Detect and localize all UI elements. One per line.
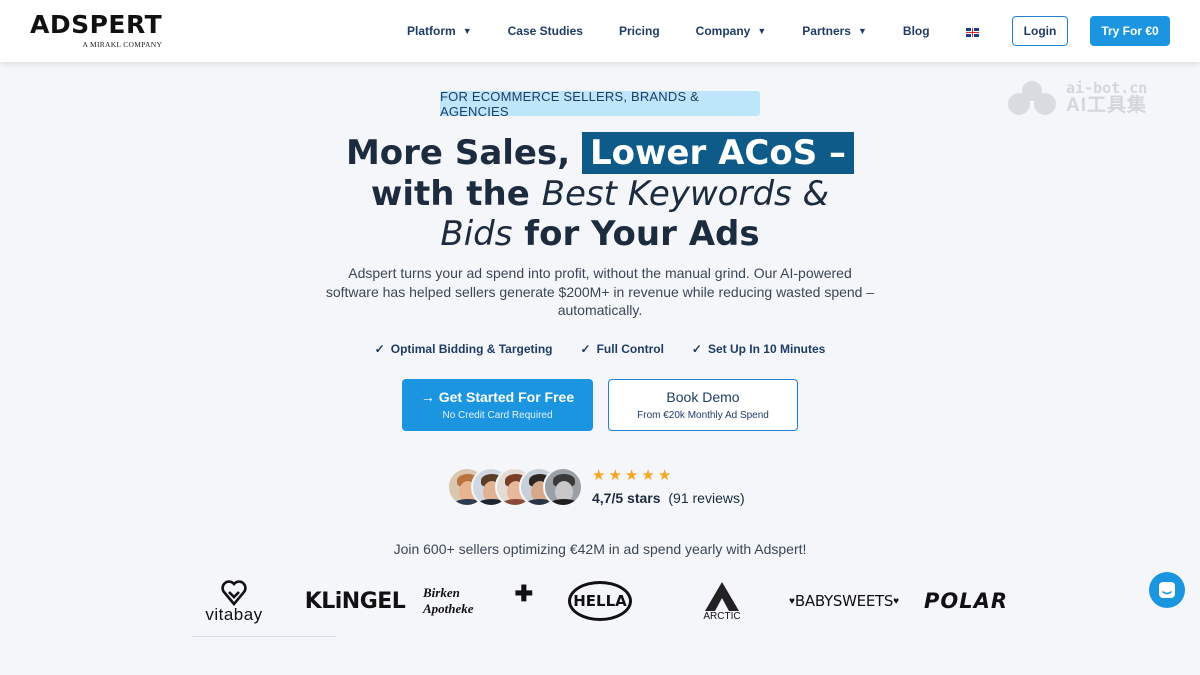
watermark: ai-bot.cn AI工具集 bbox=[1008, 80, 1147, 116]
nav-case-studies[interactable]: Case Studies bbox=[508, 24, 583, 38]
feature-list: ✓ Optimal Bidding & Targeting ✓ Full Con… bbox=[0, 342, 1200, 356]
headline-part2: with the bbox=[370, 174, 542, 214]
heart-icon: ♥ bbox=[893, 595, 900, 607]
avatar bbox=[543, 467, 583, 507]
chat-icon bbox=[1159, 582, 1175, 598]
logo-wordmark: ADSPERT bbox=[30, 10, 163, 39]
feature-label: Optimal Bidding & Targeting bbox=[390, 342, 553, 356]
nav-pricing-label: Pricing bbox=[618, 24, 660, 38]
cross-icon: ✚ bbox=[514, 581, 533, 606]
nav-platform[interactable]: Platform ▼ bbox=[407, 24, 472, 38]
caret-down-icon: ▼ bbox=[857, 26, 867, 36]
watermark-cloud-icon bbox=[1008, 81, 1058, 115]
logo-vitabay: vitabay bbox=[193, 573, 275, 629]
logo-babysweets: ♥ BABYSWEETS ♥ bbox=[788, 592, 900, 610]
feature-label: Full Control bbox=[596, 342, 664, 356]
logo-polar: POLAR bbox=[923, 589, 1009, 613]
caret-down-icon: ▼ bbox=[757, 26, 767, 36]
watermark-name: AI工具集 bbox=[1066, 95, 1148, 116]
headline-italic1: Best Keywords & bbox=[541, 174, 830, 214]
site-header: ADSPERT A MIRAKL COMPANY Platform ▼ Case… bbox=[0, 0, 1200, 62]
nav-platform-label: Platform bbox=[407, 24, 456, 38]
headline-italic2: Bids bbox=[440, 214, 513, 254]
get-started-sublabel: No Credit Card Required bbox=[442, 410, 553, 421]
login-button[interactable]: Login bbox=[1012, 16, 1068, 46]
book-demo-sublabel: From €20k Monthly Ad Spend bbox=[637, 410, 769, 421]
vitabay-heart-icon bbox=[221, 580, 247, 606]
check-icon: ✓ bbox=[580, 342, 591, 356]
star-icon: ★ bbox=[608, 467, 622, 484]
chat-launcher-button[interactable] bbox=[1149, 572, 1185, 608]
logo-arctic: ARCTIC bbox=[697, 573, 747, 629]
nav-company[interactable]: Company ▼ bbox=[696, 24, 767, 38]
star-icon: ★ bbox=[624, 467, 639, 484]
rating-count: (91 reviews) bbox=[668, 490, 745, 506]
check-icon: ✓ bbox=[691, 342, 702, 356]
try-for-free-button[interactable]: Try For €0 bbox=[1090, 16, 1170, 46]
adspert-logo[interactable]: ADSPERT A MIRAKL COMPANY bbox=[30, 10, 163, 50]
logo-hella: HELLA bbox=[566, 573, 634, 629]
nav-blog-label: Blog bbox=[902, 24, 930, 38]
caret-down-icon: ▼ bbox=[462, 26, 472, 36]
reviewer-avatars bbox=[447, 467, 583, 509]
headline-highlight: Lower ACoS – bbox=[581, 132, 855, 174]
logo-tagline: A MIRAKL COMPANY bbox=[82, 40, 163, 49]
star-icon: ★ bbox=[641, 467, 655, 484]
join-text: Join 600+ sellers optimizing €42M in ad … bbox=[393, 541, 807, 557]
book-demo-label: Book Demo bbox=[666, 389, 740, 405]
nav-company-label: Company bbox=[695, 24, 751, 38]
get-started-button[interactable]: → Get Started For Free No Credit Card Re… bbox=[402, 379, 593, 431]
headline-part1: More Sales, bbox=[345, 133, 582, 173]
audience-tag: FOR ECOMMERCE SELLERS, BRANDS & AGENCIES bbox=[440, 89, 760, 119]
language-switcher[interactable] bbox=[965, 24, 979, 38]
nav-case-studies-label: Case Studies bbox=[507, 24, 583, 38]
feature-label: Set Up In 10 Minutes bbox=[707, 342, 826, 356]
uk-flag-icon bbox=[965, 27, 979, 37]
nav-blog[interactable]: Blog bbox=[903, 24, 930, 38]
main-nav: Platform ▼ Case Studies Pricing Company … bbox=[407, 24, 1015, 38]
check-icon: ✓ bbox=[374, 342, 385, 356]
star-icon: ★ bbox=[592, 467, 606, 484]
rating-value: 4,7/5 stars bbox=[592, 490, 661, 506]
star-icon: ★ bbox=[657, 467, 672, 484]
nav-partners[interactable]: Partners ▼ bbox=[802, 24, 867, 38]
logo-carousel-indicator bbox=[192, 636, 336, 637]
arctic-mountain-icon bbox=[705, 582, 739, 611]
book-demo-button[interactable]: Book Demo From €20k Monthly Ad Spend bbox=[608, 379, 798, 431]
feature-item: ✓ Set Up In 10 Minutes bbox=[692, 342, 825, 356]
rating-stars: ★ ★ ★ ★ ★ bbox=[592, 468, 674, 484]
watermark-domain: ai-bot.cn bbox=[1066, 79, 1148, 97]
feature-item: ✓ Optimal Bidding & Targeting bbox=[375, 342, 553, 356]
feature-item: ✓ Full Control bbox=[581, 342, 664, 356]
logo-birken-apotheke: Birken Apotheke ✚ bbox=[423, 581, 533, 616]
headline-part3: for Your Ads bbox=[512, 214, 760, 254]
hero-subtext: Adspert turns your ad spend into profit,… bbox=[325, 265, 875, 318]
hero-headline: More Sales, Lower ACoS – with the Best K… bbox=[300, 132, 900, 254]
nav-partners-label: Partners bbox=[802, 24, 851, 38]
logo-klingel: KLiNGEL bbox=[304, 588, 406, 614]
get-started-label: → Get Started For Free bbox=[420, 389, 575, 405]
nav-pricing[interactable]: Pricing bbox=[619, 24, 660, 38]
rating-summary: 4,7/5 stars (91 reviews) bbox=[592, 490, 745, 506]
customer-logos: vitabay KLiNGEL Birken Apotheke ✚ HELLA … bbox=[0, 573, 1200, 629]
